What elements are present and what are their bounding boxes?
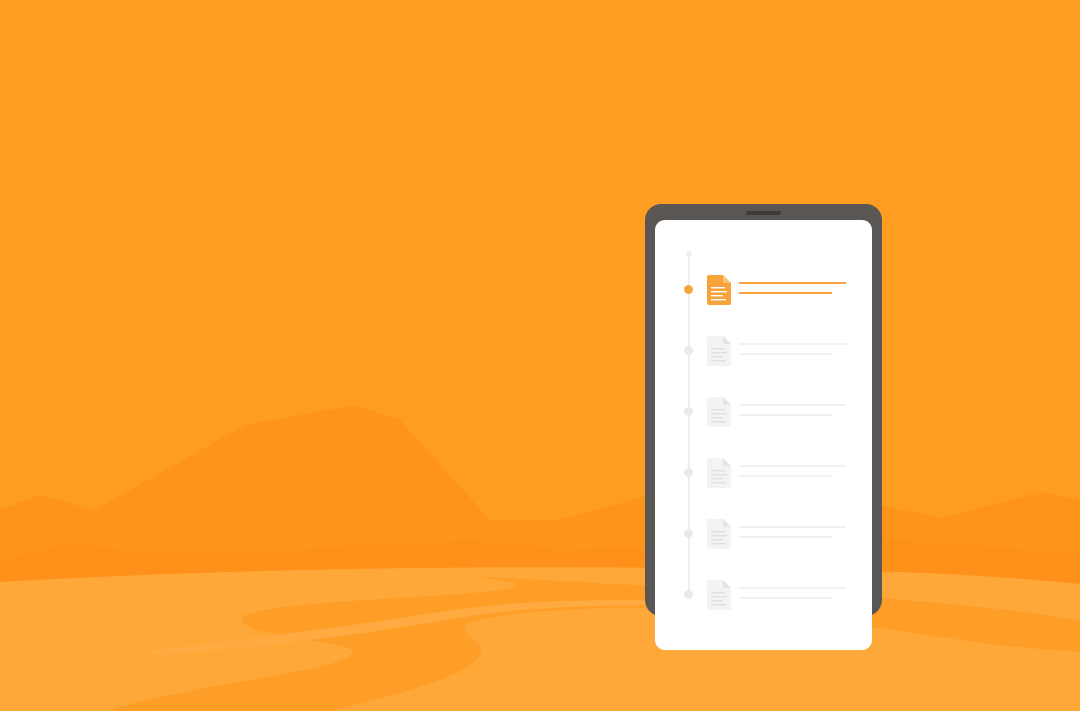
document-list-item[interactable] bbox=[655, 453, 872, 493]
item-title-placeholder bbox=[739, 587, 846, 589]
item-subtitle-placeholder bbox=[739, 353, 832, 355]
item-subtitle-placeholder bbox=[739, 414, 832, 416]
timeline-dot bbox=[684, 590, 693, 599]
document-icon bbox=[707, 275, 731, 305]
timeline-start-dot bbox=[686, 251, 692, 257]
item-subtitle-placeholder bbox=[739, 536, 832, 538]
timeline-dot bbox=[684, 285, 693, 294]
document-list-item[interactable] bbox=[655, 575, 872, 615]
document-icon bbox=[707, 397, 731, 427]
item-title-placeholder bbox=[739, 526, 846, 528]
item-title-placeholder bbox=[739, 343, 846, 345]
timeline-dot bbox=[684, 346, 693, 355]
timeline-dot bbox=[684, 468, 693, 477]
item-title-placeholder bbox=[739, 282, 846, 284]
document-icon bbox=[707, 458, 731, 488]
document-icon bbox=[707, 580, 731, 610]
document-icon bbox=[707, 519, 731, 549]
document-list-item[interactable] bbox=[655, 392, 872, 432]
illustration-scene bbox=[0, 0, 1080, 711]
item-subtitle-placeholder bbox=[739, 292, 832, 294]
item-title-placeholder bbox=[739, 465, 846, 467]
document-icon bbox=[707, 336, 731, 366]
desert-landscape bbox=[0, 0, 1080, 711]
document-list-item[interactable] bbox=[655, 331, 872, 371]
item-subtitle-placeholder bbox=[739, 597, 832, 599]
document-list-item[interactable] bbox=[655, 514, 872, 554]
phone-screen bbox=[655, 220, 872, 650]
timeline-dot bbox=[684, 407, 693, 416]
phone-speaker bbox=[746, 211, 781, 215]
item-title-placeholder bbox=[739, 404, 846, 406]
timeline-dot bbox=[684, 529, 693, 538]
item-subtitle-placeholder bbox=[739, 475, 832, 477]
document-list-item[interactable] bbox=[655, 270, 872, 310]
